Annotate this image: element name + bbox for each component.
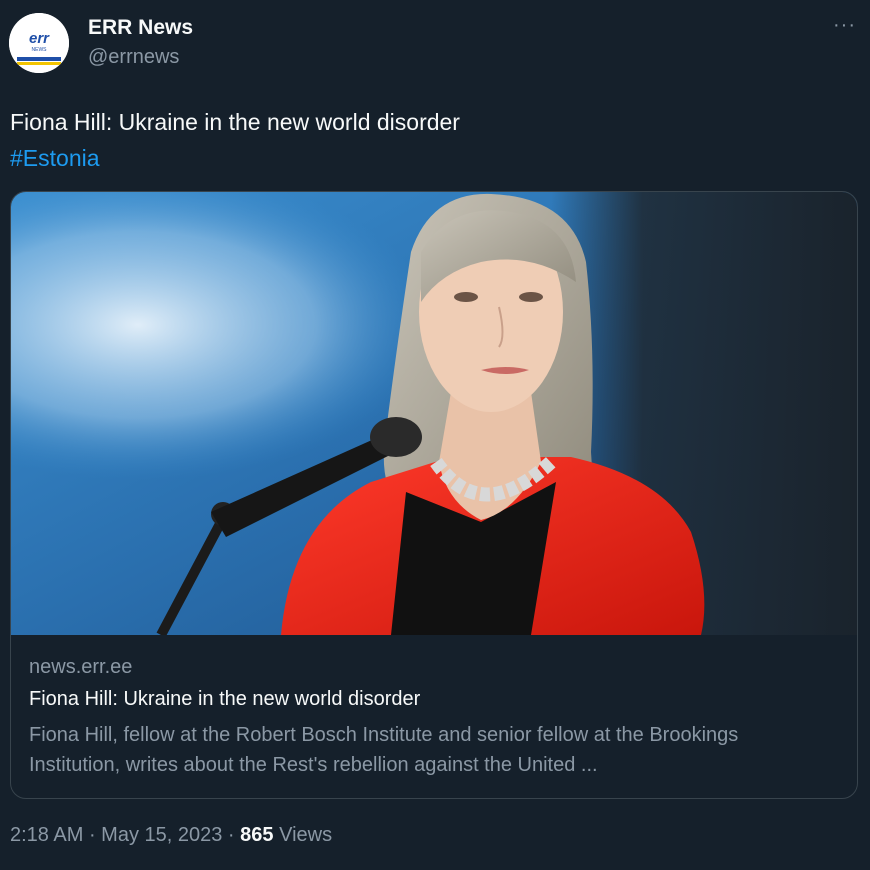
views-count: 865 — [240, 824, 274, 846]
card-domain: news.err.ee — [29, 656, 133, 678]
avatar[interactable]: err NEWS — [9, 13, 69, 73]
card-title[interactable]: Fiona Hill: Ukraine in the new world dis… — [29, 688, 420, 711]
tweet-date[interactable]: May 15, 2023 — [101, 824, 222, 846]
views-label: Views — [279, 824, 333, 846]
meta-separator: · — [83, 824, 102, 846]
card-image — [11, 192, 857, 635]
tweet-body: Fiona Hill: Ukraine in the new world dis… — [10, 109, 460, 135]
err-logo-icon: err NEWS — [9, 13, 69, 73]
meta-separator: · — [222, 824, 241, 846]
svg-text:err: err — [29, 30, 50, 47]
card-description: Fiona Hill, fellow at the Robert Bosch I… — [29, 724, 739, 776]
display-name[interactable]: ERR News — [88, 16, 193, 40]
tweet-meta: 2:18 AM · May 15, 2023 · 865 Views — [10, 824, 332, 847]
tweet-text: Fiona Hill: Ukraine in the new world dis… — [10, 104, 460, 176]
link-preview-card[interactable]: news.err.ee Fiona Hill: Ukraine in the n… — [10, 191, 858, 799]
hashtag-link[interactable]: #Estonia — [10, 140, 460, 176]
user-handle[interactable]: @errnews — [88, 46, 179, 69]
more-options-icon[interactable]: ··· — [833, 14, 856, 37]
svg-text:NEWS: NEWS — [32, 47, 48, 53]
tweet-time[interactable]: 2:18 AM — [10, 824, 83, 846]
